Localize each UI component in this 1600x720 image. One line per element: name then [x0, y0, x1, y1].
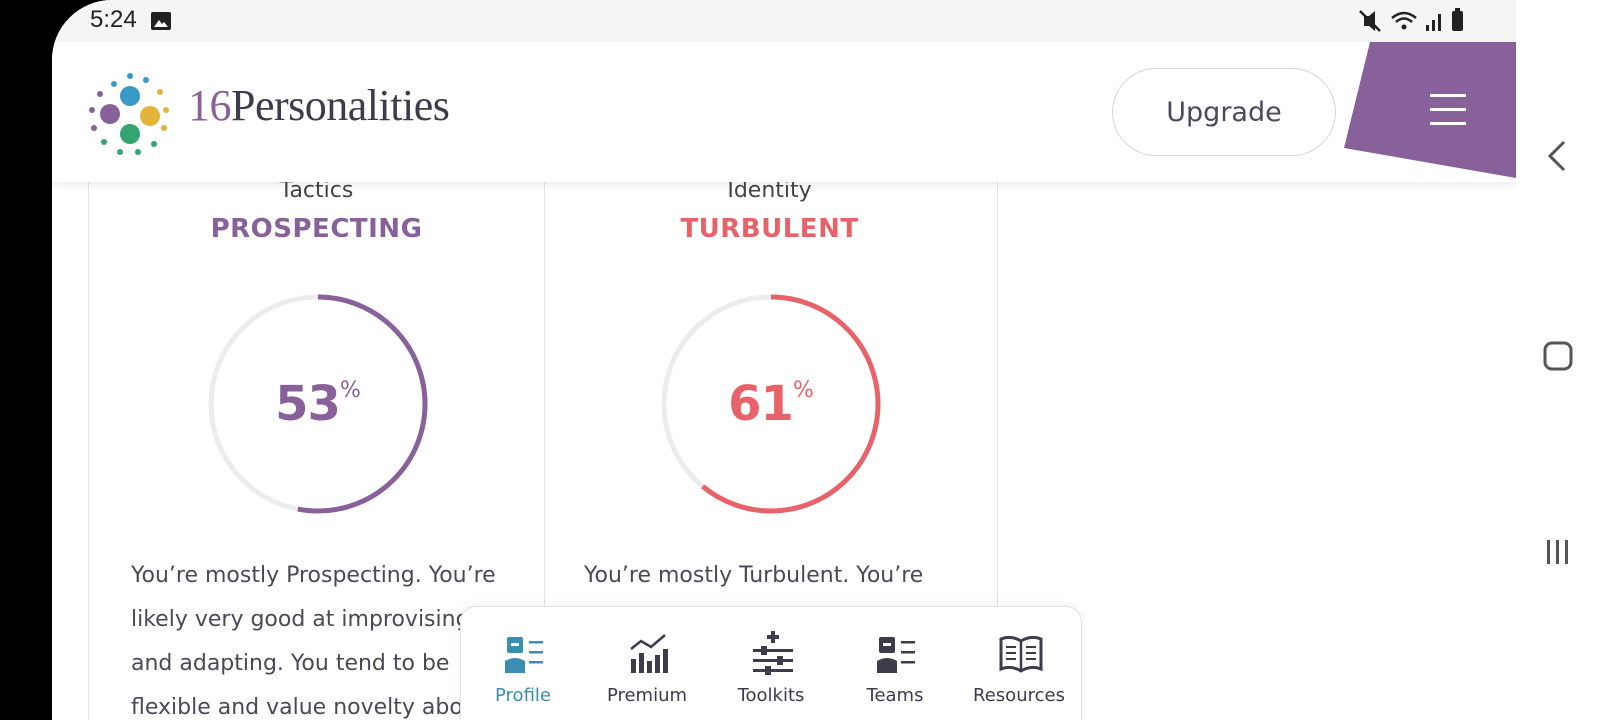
home-icon[interactable]	[1516, 336, 1600, 381]
percent-sign: %	[792, 378, 814, 403]
tab-label: Teams	[866, 685, 924, 706]
tab-label: Toolkits	[737, 685, 805, 706]
logo-wordmark[interactable]: 16Personalities	[188, 80, 450, 131]
image-notification-icon	[150, 11, 172, 36]
trait-value: PROSPECTING	[210, 214, 423, 244]
mute-icon	[1359, 10, 1381, 32]
tab-teams[interactable]: Teams	[833, 607, 957, 717]
recent-apps-icon[interactable]	[1516, 532, 1600, 577]
logo-number: 16	[188, 81, 232, 130]
battery-icon	[1452, 8, 1463, 31]
bottom-tab-bar: Profile Premium Toolkits Teams Resources	[460, 606, 1082, 720]
logo-dots-icon[interactable]	[84, 66, 180, 167]
tab-toolkits[interactable]: Toolkits	[709, 607, 833, 717]
trait-value: TURBULENT	[680, 214, 859, 244]
toolkits-sliders-icon	[753, 631, 793, 675]
percent-value: 61%	[659, 292, 883, 516]
upgrade-button[interactable]: Upgrade	[1112, 68, 1336, 156]
tab-label: Profile	[495, 685, 551, 706]
profile-icon	[505, 637, 543, 673]
trait-description: You’re mostly Prospecting. You’re likely…	[131, 563, 496, 720]
tab-premium[interactable]: Premium	[585, 607, 709, 717]
system-nav-bar	[1516, 0, 1600, 720]
tab-label: Premium	[606, 685, 688, 706]
resources-book-icon	[999, 635, 1043, 673]
percent-number: 61	[728, 376, 794, 432]
percent-sign: %	[339, 378, 361, 403]
site-header: 16Personalities Upgrade	[52, 42, 1516, 182]
menu-button[interactable]	[1342, 42, 1516, 182]
back-icon[interactable]	[1516, 136, 1600, 181]
teams-icon	[877, 637, 915, 673]
trait-description: You’re mostly Turbulent. You’re	[584, 563, 924, 588]
tab-resources[interactable]: Resources	[957, 607, 1081, 717]
signal-icon	[1426, 14, 1441, 31]
wifi-icon	[1391, 11, 1417, 30]
tab-label: Resources	[973, 685, 1065, 706]
status-bar: 5:24	[52, 0, 1516, 42]
status-icons	[1356, 8, 1516, 34]
logo-word: Personalities	[231, 81, 450, 130]
percent-value: 53%	[206, 292, 430, 516]
percent-number: 53	[275, 376, 341, 432]
tab-profile[interactable]: Profile	[461, 607, 585, 717]
phone-screen: 5:24 16Personalities Upgrade Tactics PRO…	[52, 0, 1516, 720]
premium-chart-icon	[630, 634, 668, 673]
status-time: 5:24	[90, 6, 137, 33]
